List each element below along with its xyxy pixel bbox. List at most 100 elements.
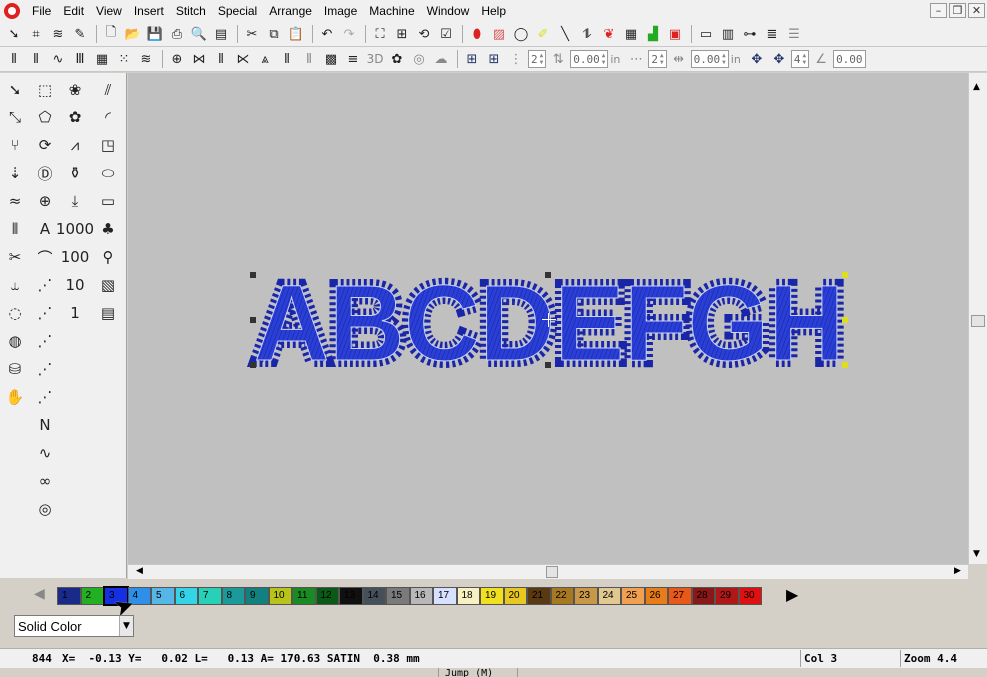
- spin-field-1[interactable]: 2 ▲ ▼: [528, 50, 547, 68]
- color-swatch[interactable]: 10: [268, 587, 292, 605]
- arc-text-icon[interactable]: ⌒: [33, 245, 57, 269]
- color-swatch[interactable]: 20: [503, 587, 527, 605]
- rotate-icon[interactable]: ⟲: [414, 24, 434, 44]
- spin-arrows[interactable]: ▲ ▼: [540, 52, 544, 66]
- texture-icon[interactable]: ▤: [96, 301, 120, 325]
- save-icon[interactable]: 💾: [145, 24, 165, 44]
- color-swatch[interactable]: 23: [574, 587, 598, 605]
- pointer-icon[interactable]: ➘: [3, 78, 27, 102]
- table-icon[interactable]: ▥: [718, 24, 738, 44]
- selection-handle[interactable]: [250, 272, 256, 278]
- stitch-edit-icon[interactable]: ⇣: [3, 161, 27, 185]
- satin-line-icon[interactable]: ⋰: [33, 301, 57, 325]
- menu-image[interactable]: Image: [318, 4, 363, 18]
- highlight-icon[interactable]: ✐: [533, 24, 553, 44]
- rotate-tool-icon[interactable]: ⟳: [33, 133, 57, 157]
- scroll-right-icon[interactable]: ▶: [954, 566, 961, 576]
- color-wheel-icon[interactable]: ▣: [665, 24, 685, 44]
- bucket-icon[interactable]: ⛁: [3, 357, 27, 381]
- menu-help[interactable]: Help: [475, 4, 512, 18]
- group-icon[interactable]: ⛶: [370, 24, 390, 44]
- pattern-fill-icon[interactable]: ▨: [489, 24, 509, 44]
- copy-icon[interactable]: ⧉: [264, 24, 284, 44]
- column-stitch-icon[interactable]: Ⅲ: [70, 49, 90, 69]
- selection-handle[interactable]: [842, 362, 848, 368]
- globe-icon[interactable]: ⊕: [33, 189, 57, 213]
- color-swatch[interactable]: 26: [644, 587, 668, 605]
- dropdown-arrow-icon[interactable]: ▼: [119, 616, 133, 636]
- color-swatch[interactable]: 22: [550, 587, 574, 605]
- knife-icon[interactable]: ✂: [3, 245, 27, 269]
- bottle-icon[interactable]: ⚱: [63, 161, 87, 185]
- select-arrow-icon[interactable]: ➘: [4, 24, 24, 44]
- color-swatch[interactable]: 29: [715, 587, 739, 605]
- stitch-wave-icon[interactable]: ≈: [3, 189, 27, 213]
- vertical-scroll-thumb[interactable]: [971, 315, 985, 327]
- align-center-icon[interactable]: ⊞: [462, 49, 482, 69]
- wave-stitch-icon[interactable]: ∿: [48, 49, 68, 69]
- close-button[interactable]: ✕: [968, 3, 985, 18]
- ring-icon[interactable]: ◍: [3, 329, 27, 353]
- circles-icon[interactable]: ∞: [33, 469, 57, 493]
- plant-icon[interactable]: ✿: [63, 105, 87, 129]
- selection-handle[interactable]: [545, 362, 551, 368]
- spin-field-4[interactable]: 0.00 ▲ ▼: [690, 50, 729, 68]
- bean-stitch-icon[interactable]: ⦀: [211, 49, 231, 69]
- menu-file[interactable]: File: [26, 4, 57, 18]
- edit-shape-icon[interactable]: ◳: [96, 133, 120, 157]
- chart-icon[interactable]: ▟: [643, 24, 663, 44]
- spin-field-3[interactable]: 2 ▲ ▼: [648, 50, 667, 68]
- arc-icon[interactable]: ◜: [96, 105, 120, 129]
- color-swatch[interactable]: 30: [738, 587, 762, 605]
- undo-icon[interactable]: ↶: [317, 24, 337, 44]
- spin-field-2[interactable]: 0.00 ▲ ▼: [570, 50, 609, 68]
- cloud-icon[interactable]: ☁: [431, 49, 451, 69]
- color-swatch[interactable]: 13: [339, 587, 363, 605]
- zigzag-fill-icon[interactable]: ⋉: [233, 49, 253, 69]
- num-1-label[interactable]: 1: [63, 301, 87, 325]
- new-file-icon[interactable]: 🗋: [101, 24, 121, 44]
- checkbox-tool-icon[interactable]: ☑: [436, 24, 456, 44]
- menu-edit[interactable]: Edit: [57, 4, 90, 18]
- line-dots-icon[interactable]: ⋰: [33, 273, 57, 297]
- color-swatch[interactable]: 12: [315, 587, 339, 605]
- text-align-icon[interactable]: ≣: [762, 24, 782, 44]
- restore-button[interactable]: ❐: [949, 3, 966, 18]
- ellipse-icon[interactable]: ⬭: [96, 161, 120, 185]
- selection-handle[interactable]: [842, 272, 848, 278]
- spiral-icon[interactable]: ◎: [33, 497, 57, 521]
- reshape-icon[interactable]: ⤡: [3, 105, 27, 129]
- ungroup-icon[interactable]: ⊞: [392, 24, 412, 44]
- color-swatch[interactable]: 6: [174, 587, 198, 605]
- rect-select-icon[interactable]: ⬚: [33, 78, 57, 102]
- circle-stitch-icon[interactable]: ◌: [3, 301, 27, 325]
- motif-line-icon[interactable]: ⋰: [33, 385, 57, 409]
- stitch-satin-icon[interactable]: ⦀: [3, 217, 27, 241]
- trim-icon[interactable]: ⥿: [3, 273, 27, 297]
- rectangle-icon[interactable]: ▭: [96, 189, 120, 213]
- bean-line-icon[interactable]: ⋰: [33, 357, 57, 381]
- num-10-label[interactable]: 10: [63, 273, 87, 297]
- num-100-label[interactable]: 100: [61, 245, 90, 269]
- text-tool-icon[interactable]: A: [33, 217, 57, 241]
- color-swatch[interactable]: 17: [433, 587, 457, 605]
- color-swatch[interactable]: 11: [292, 587, 316, 605]
- selection-handle[interactable]: [250, 317, 256, 323]
- cross-stitch-icon[interactable]: ⋈: [189, 49, 209, 69]
- scroll-down-icon[interactable]: ▼: [973, 549, 980, 559]
- menu-machine[interactable]: Machine: [363, 4, 420, 18]
- embroidery-lettering[interactable]: ABCDEFGH ABCDEFGH: [247, 255, 851, 390]
- color-swatch[interactable]: 24: [597, 587, 621, 605]
- spin-arrows[interactable]: ▲ ▼: [722, 52, 726, 66]
- run-line-icon[interactable]: ⋰: [33, 329, 57, 353]
- horizontal-scrollbar[interactable]: ◀ ▶: [128, 564, 968, 579]
- color-mode-select[interactable]: Solid Color ▼: [14, 615, 134, 637]
- color-swatch[interactable]: 28: [691, 587, 715, 605]
- hand-icon[interactable]: ✋: [3, 385, 27, 409]
- menu-view[interactable]: View: [90, 4, 128, 18]
- color-swatch[interactable]: 1: [57, 587, 81, 605]
- move-icon[interactable]: ✥: [747, 49, 767, 69]
- color-swatch[interactable]: 15: [386, 587, 410, 605]
- satin-stitch-icon[interactable]: ⦀: [4, 49, 24, 69]
- node-edit-icon[interactable]: ⌗: [26, 24, 46, 44]
